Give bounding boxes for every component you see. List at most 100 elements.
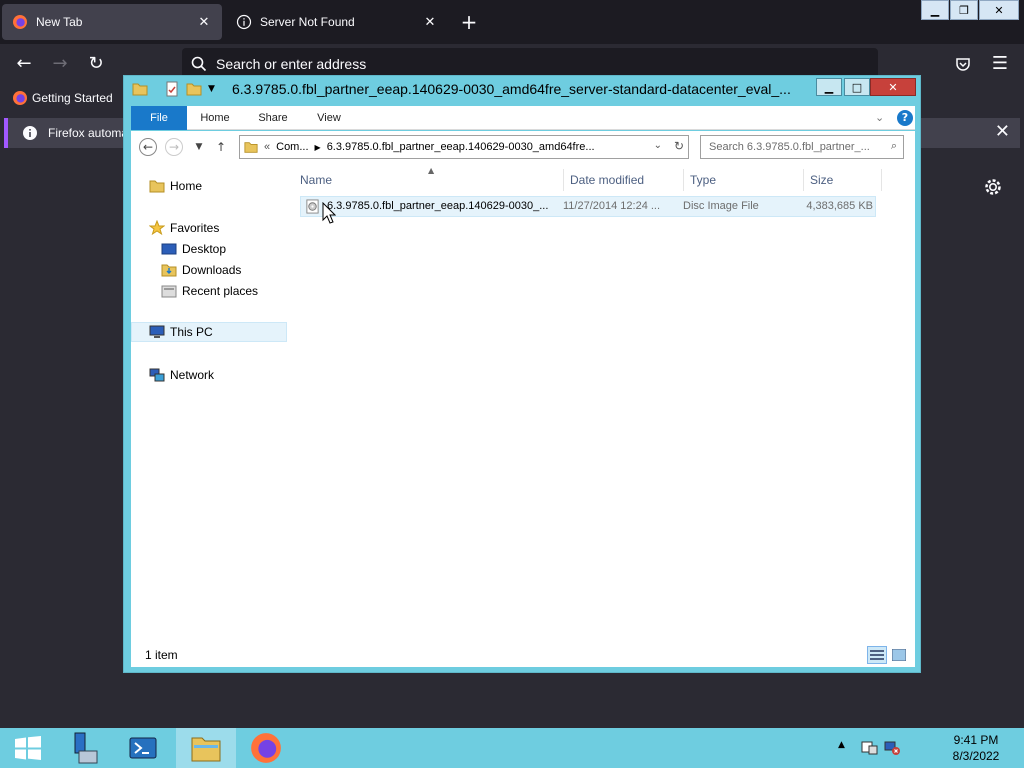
address-bar[interactable]: « Com... ▶ 6.3.9785.0.fbl_partner_eeap.1…: [239, 135, 689, 159]
properties-icon[interactable]: [164, 81, 180, 97]
server-manager-icon: [74, 732, 98, 764]
file-name: 6.3.9785.0.fbl_partner_eeap.140629-0030_…: [327, 200, 549, 212]
tab-home[interactable]: Home: [195, 106, 235, 130]
explorer-title-bar: ▼ 6.3.9785.0.fbl_partner_eeap.140629-003…: [124, 76, 920, 104]
tab-server-not-found[interactable]: Server Not Found ✕: [226, 4, 448, 40]
new-tab-button[interactable]: +: [458, 12, 480, 34]
tab-file[interactable]: File: [131, 106, 187, 130]
close-icon[interactable]: ✕: [196, 14, 212, 30]
folder-icon: [132, 83, 148, 96]
minimize-button[interactable]: ▁: [816, 78, 842, 96]
tab-title: Server Not Found: [260, 15, 355, 29]
nav-item-downloads[interactable]: Downloads: [161, 260, 241, 280]
close-window-button[interactable]: ✕: [979, 0, 1019, 20]
folder-icon: [149, 180, 165, 193]
breadcrumb-root[interactable]: Com...: [276, 141, 308, 153]
nav-label: Favorites: [170, 221, 220, 235]
chevron-down-icon[interactable]: ⌄: [654, 140, 662, 151]
tab-new-tab[interactable]: New Tab ✕: [2, 4, 222, 40]
gear-icon[interactable]: [983, 177, 1003, 197]
maximize-button[interactable]: ❐: [950, 0, 978, 20]
url-placeholder: Search or enter address: [216, 56, 367, 72]
refresh-icon[interactable]: ↻: [674, 139, 684, 153]
forward-button[interactable]: →: [48, 52, 72, 76]
back-button[interactable]: ←: [139, 138, 157, 156]
network-disconnected-icon[interactable]: [884, 740, 902, 756]
firefox-icon: [13, 91, 27, 105]
bookmark-getting-started[interactable]: Getting Started: [12, 90, 113, 106]
downloads-icon: [161, 264, 177, 277]
powershell-icon: [129, 737, 157, 759]
back-button[interactable]: ←: [12, 52, 36, 76]
nav-label: Desktop: [182, 242, 227, 256]
folder-icon: [244, 142, 258, 153]
nav-item-home[interactable]: Home: [149, 176, 202, 196]
tab-share[interactable]: Share: [253, 106, 293, 130]
recent-places-icon: [161, 285, 177, 298]
table-row[interactable]: 6.3.9785.0.fbl_partner_eeap.140629-0030_…: [300, 196, 876, 217]
star-icon: [149, 220, 165, 236]
chevron-right-icon[interactable]: ▶: [315, 143, 321, 152]
clock[interactable]: 9:41 PM 8/3/2022: [936, 732, 1016, 764]
close-icon[interactable]: ✕: [422, 14, 438, 30]
minimize-button[interactable]: ▁: [921, 0, 949, 20]
start-button[interactable]: [0, 728, 56, 768]
column-header-name[interactable]: Name: [294, 169, 564, 191]
firefox-icon: [13, 15, 27, 29]
nav-item-network[interactable]: Network: [149, 365, 214, 385]
file-date: 11/27/2014 12:24 ...: [563, 200, 661, 212]
nav-item-this-pc[interactable]: This PC: [131, 322, 287, 342]
tab-view[interactable]: View: [309, 106, 349, 130]
powershell-button[interactable]: [115, 728, 171, 768]
new-folder-icon[interactable]: [186, 81, 202, 97]
file-explorer-button[interactable]: [176, 728, 236, 768]
chevron-down-icon[interactable]: ⌄: [875, 111, 889, 125]
close-window-button[interactable]: ✕: [870, 78, 916, 96]
details-view-icon: [870, 650, 884, 660]
search-icon: ⌕: [890, 140, 897, 152]
column-header-size[interactable]: Size: [804, 169, 882, 191]
file-explorer-window: ▼ 6.3.9785.0.fbl_partner_eeap.140629-003…: [123, 75, 921, 673]
network-icon: [149, 368, 165, 382]
show-hidden-icons-button[interactable]: ▲: [838, 740, 845, 756]
chevron-down-icon[interactable]: ▼: [208, 84, 224, 100]
info-icon: [23, 126, 37, 140]
close-icon[interactable]: ✕: [995, 122, 1010, 142]
up-button[interactable]: ↑: [211, 137, 231, 157]
mouse-cursor-icon: [322, 202, 336, 224]
large-icons-view-button[interactable]: [889, 646, 909, 664]
reload-button[interactable]: ↻: [84, 52, 108, 76]
nav-item-favorites[interactable]: Favorites: [149, 218, 219, 238]
nav-item-desktop[interactable]: Desktop: [161, 239, 226, 259]
details-view-button[interactable]: [867, 646, 887, 664]
menu-icon[interactable]: ☰: [988, 52, 1012, 76]
desktop-icon: [161, 243, 177, 255]
column-header-type[interactable]: Type: [684, 169, 804, 191]
firefox-button[interactable]: [238, 728, 294, 768]
forward-button[interactable]: →: [165, 138, 183, 156]
windows-logo-icon: [15, 736, 41, 760]
nav-label: Home: [170, 179, 203, 193]
recent-locations-button[interactable]: ▼: [189, 137, 209, 157]
disc-image-icon: [306, 199, 319, 214]
maximize-button[interactable]: □: [844, 78, 870, 96]
file-list: ▲ Name Date modified Type Size 6.3.9785.…: [294, 163, 915, 643]
folder-icon: [191, 737, 221, 762]
clock-time: 9:41 PM: [953, 733, 999, 747]
computer-icon: [149, 325, 165, 338]
breadcrumb-folder[interactable]: 6.3.9785.0.fbl_partner_eeap.140629-0030_…: [327, 141, 595, 153]
help-icon[interactable]: ?: [897, 110, 913, 126]
search-placeholder: Search 6.3.9785.0.fbl_partner_...: [709, 141, 870, 153]
bookmark-label: Getting Started: [32, 91, 113, 105]
column-header-date[interactable]: Date modified: [564, 169, 684, 191]
search-input[interactable]: Search 6.3.9785.0.fbl_partner_... ⌕: [700, 135, 904, 159]
taskbar: ▲ 9:41 PM 8/3/2022: [0, 728, 1024, 768]
overflow-icon[interactable]: «: [264, 141, 270, 153]
firefox-icon: [251, 733, 281, 763]
server-manager-button[interactable]: [54, 728, 110, 768]
notification-text: Firefox automa: [48, 126, 129, 140]
nav-item-recent-places[interactable]: Recent places: [161, 281, 258, 301]
browser-tab-bar: New Tab ✕ Server Not Found ✕ + ▁ ❐ ✕: [0, 0, 1024, 44]
action-center-icon[interactable]: [861, 740, 879, 756]
pocket-icon[interactable]: [955, 56, 971, 72]
